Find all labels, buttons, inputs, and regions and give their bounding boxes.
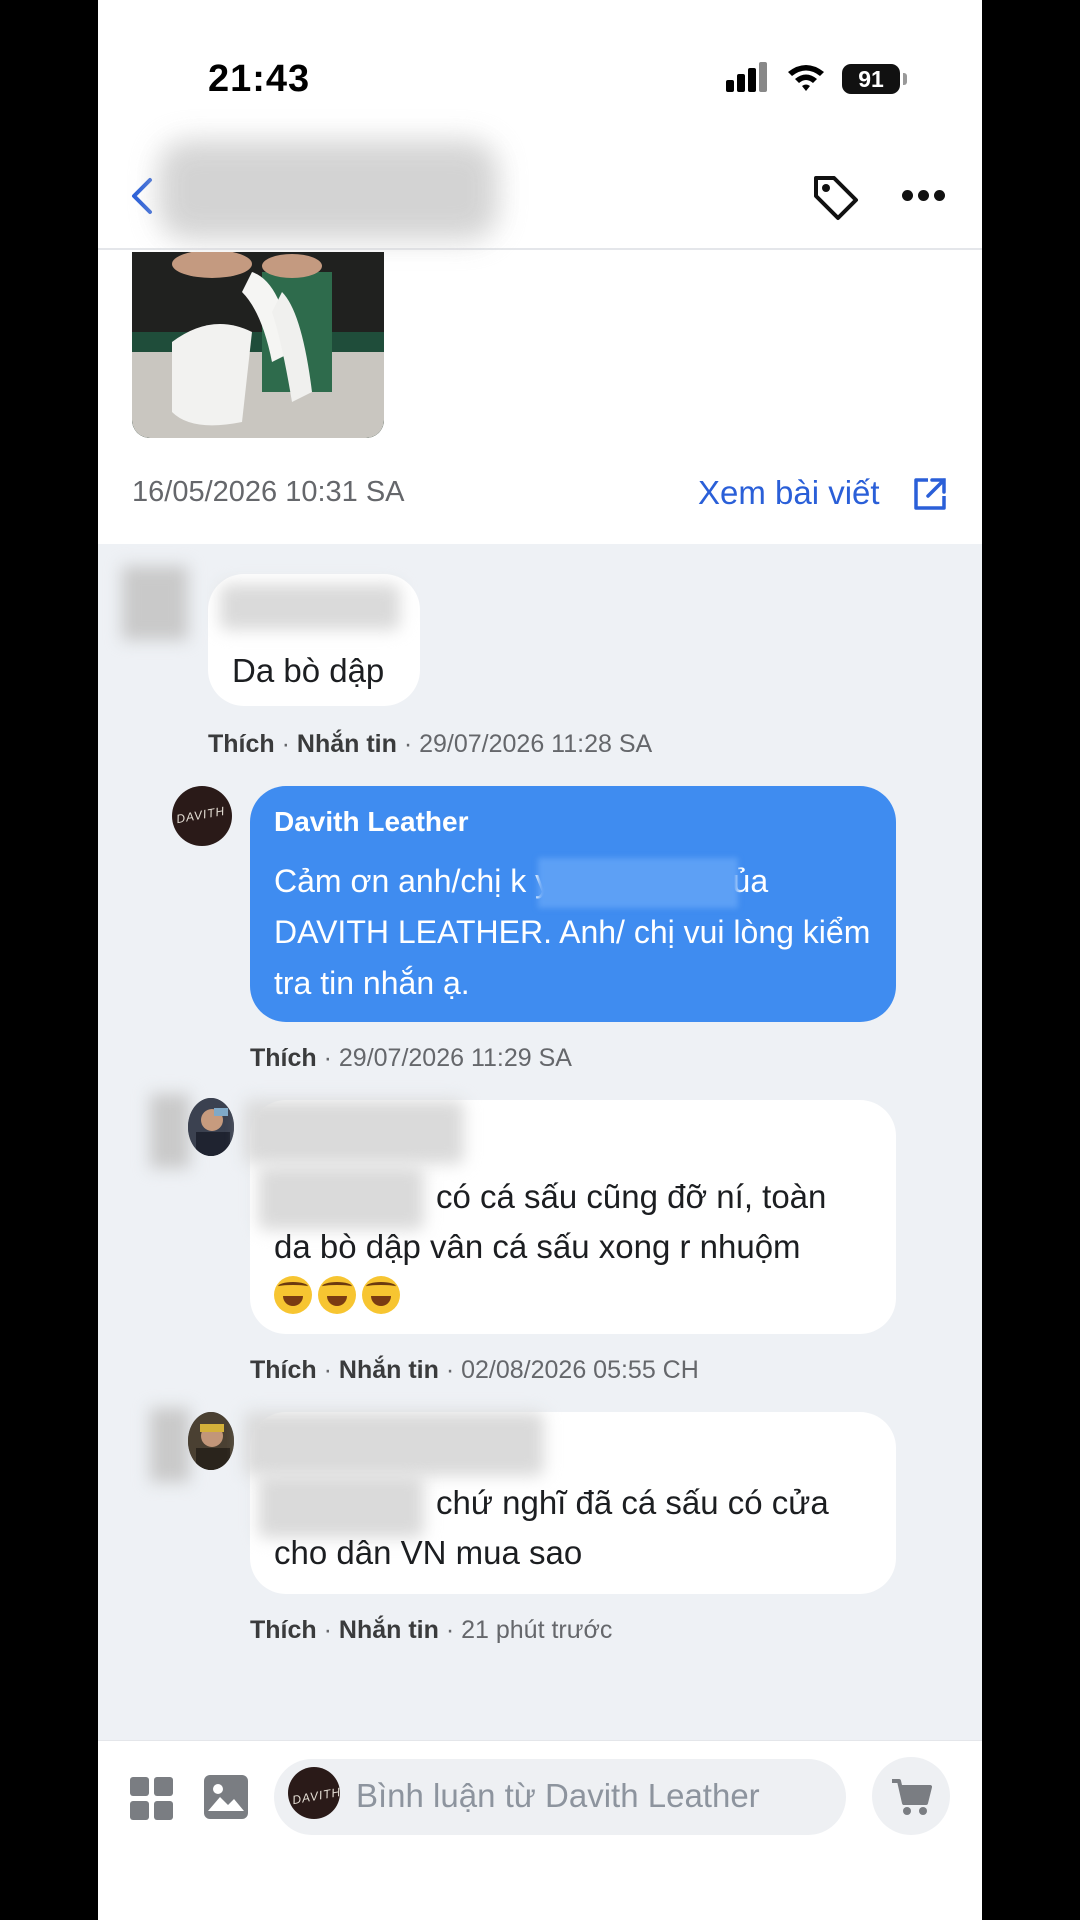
like-link[interactable]: Thích [250,1356,317,1384]
commenter-avatar[interactable] [122,566,188,640]
comment-meta: Thích · Nhắn tin · 02/08/2026 05:55 CH [250,1356,699,1384]
comment-time: 21 phút trước [461,1616,613,1644]
comment-time: 29/07/2026 11:28 SA [419,730,653,758]
comment-composer-bar: DAVITH Bình luận từ Davith Leather [98,1740,982,1920]
blurred-commenter-name [244,1100,464,1164]
reply-meta: Thích · 29/07/2026 11:29 SA [250,1044,572,1072]
commenter-avatar-blur [150,1094,190,1168]
grid-icon[interactable] [130,1777,174,1821]
message-link[interactable]: Nhắn tin [297,730,397,758]
phone-screen: 21:43 91 16/05/2026 10:31 SA Xem bài viế… [98,0,982,1920]
like-link[interactable]: Thích [250,1044,317,1072]
post-image[interactable] [132,252,384,438]
view-post-link[interactable]: Xem bài viết [698,474,880,512]
like-link[interactable]: Thích [250,1616,317,1644]
laughing-emoji-icon [274,1276,312,1315]
comment-meta: Thích · Nhắn tin · 29/07/2026 11:28 SA [208,730,653,758]
comment-line-1: có cá sấu cũng đỡ ní, toàn [436,1178,827,1215]
comment-emoji [274,1268,406,1318]
message-link[interactable]: Nhắn tin [339,1356,439,1384]
battery-tip [903,73,907,85]
laughing-emoji-icon [362,1276,400,1315]
wifi-icon [788,65,824,91]
status-time: 21:43 [208,58,311,100]
external-link-icon[interactable] [912,476,948,512]
image-icon[interactable] [204,1775,248,1819]
tag-icon[interactable] [810,172,860,222]
page-avatar-text: DAVITH [291,1784,340,1808]
commenter-avatar-blur [150,1408,190,1482]
post-date: 16/05/2026 10:31 SA [132,476,405,508]
comment-time: 02/08/2026 05:55 CH [461,1356,699,1384]
page-avatar-text: DAVITH [175,803,227,827]
comment-input[interactable]: DAVITH Bình luận từ Davith Leather [274,1759,846,1835]
comment-line-2: da bò dập vân cá sấu xong r nhuộm [274,1228,801,1265]
comment-placeholder: Bình luận từ Davith Leather [356,1777,760,1814]
like-link[interactable]: Thích [208,730,275,758]
reply-author[interactable]: Davith Leather [274,806,469,838]
signal-icon [726,62,774,92]
commenter-avatar[interactable] [188,1098,234,1156]
commenter-avatar[interactable] [188,1412,234,1470]
header-bar [98,140,982,250]
blurred-mention [538,858,738,908]
page-avatar[interactable]: DAVITH [172,786,232,846]
comment-line-2: cho dân VN mua sao [274,1534,583,1571]
comment-text: Da bò dập [232,652,385,689]
blurred-commenter-name [220,584,400,630]
battery-indicator: 91 [842,64,900,94]
laughing-emoji-icon [318,1276,356,1315]
more-icon[interactable] [902,190,946,204]
blurred-commenter-name [244,1412,544,1476]
blurred-header-title [158,140,498,240]
comment-meta: Thích · Nhắn tin · 21 phút trước [250,1616,613,1644]
message-link[interactable]: Nhắn tin [339,1616,439,1644]
cart-icon [892,1779,932,1815]
comment-line-1: chứ nghĩ đã cá sấu có cửa [436,1484,829,1521]
cart-button[interactable] [872,1757,950,1835]
blurred-mention [258,1166,424,1230]
reply-time: 29/07/2026 11:29 SA [338,1044,572,1072]
page-avatar: DAVITH [288,1767,340,1819]
